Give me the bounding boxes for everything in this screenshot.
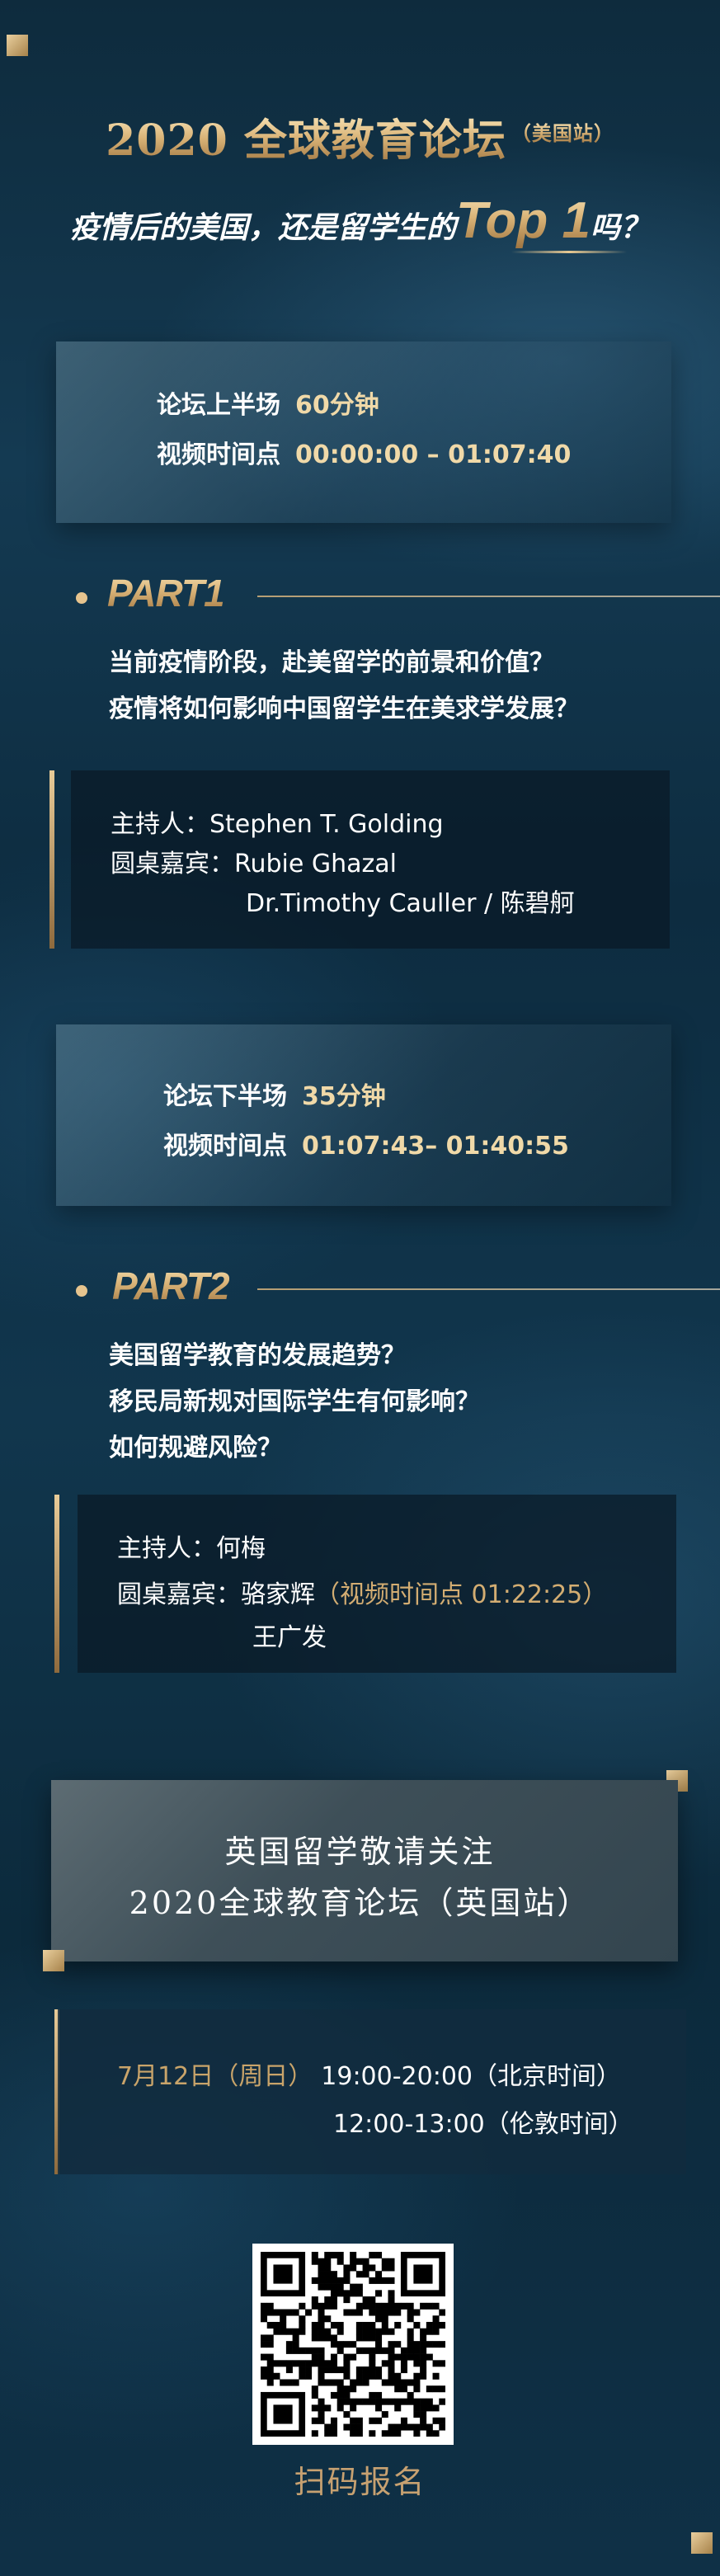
- headline-pre: 疫情后的美国，还是留学生的: [69, 211, 456, 245]
- part1-guests-row-2: Dr.Timothy Cauller / 陈碧舸: [246, 883, 575, 919]
- part1-question-1: 当前疫情阶段，赴美留学的前景和价值？: [109, 648, 554, 677]
- part2-host-accent-bar: [54, 1495, 59, 1673]
- part1-guests-label: 圆桌嘉宾：: [111, 850, 234, 878]
- part2-guest-1: 骆家辉: [241, 1580, 315, 1609]
- second-half-time-row: 视频时间点 01:07:43– 01:40:55: [163, 1125, 569, 1161]
- part1-host-name: Stephen T. Golding: [209, 810, 444, 839]
- second-half-box: 论坛下半场 35分钟 视频时间点 01:07:43– 01:40:55: [56, 1024, 671, 1206]
- part2-guests-row-2: 王广发: [252, 1617, 327, 1653]
- uk-promo-line-1: 英国留学敬请关注: [224, 1834, 496, 1870]
- scan-to-register-label: 扫码报名: [294, 2464, 426, 2500]
- page-title: 2020 全球教育论坛 （美国站）: [0, 106, 720, 167]
- headline: 疫情后的美国，还是留学生的Top 1吗？: [0, 191, 720, 250]
- part1-divider: [257, 596, 720, 597]
- part2-question-3: 如何规避风险？: [109, 1434, 282, 1462]
- part2-guest-2: 王广发: [252, 1623, 327, 1652]
- qr-code-icon[interactable]: [252, 2244, 454, 2445]
- part2-guests-row: 圆桌嘉宾：骆家辉（视频时间点 01:22:25）: [117, 1574, 607, 1610]
- schedule-row-2: 12:00-13:00（伦敦时间）: [333, 2103, 633, 2140]
- first-half-time-range: 00:00:00 – 01:07:40: [295, 440, 572, 469]
- corner-decoration-bottom-right: [691, 2532, 713, 2554]
- headline-top1: Top 1: [455, 192, 591, 249]
- part2-bullet-icon: [76, 1285, 87, 1297]
- schedule-beijing: 19:00-20:00（北京时间）: [321, 2062, 622, 2091]
- part2-title: PART2: [112, 1264, 230, 1307]
- part2-host-box: 主持人：何梅 圆桌嘉宾：骆家辉（视频时间点 01:22:25） 王广发: [78, 1495, 676, 1673]
- first-half-time-row: 视频时间点 00:00:00 – 01:07:40: [157, 434, 571, 470]
- part1-bullet-icon: [76, 592, 87, 604]
- schedule-row-1: 7月12日（周日） 19:00-20:00（北京时间）: [117, 2056, 621, 2092]
- part2-divider: [257, 1288, 720, 1290]
- part1-question-2: 疫情将如何影响中国留学生在美求学发展？: [109, 695, 579, 723]
- part2-question-1: 美国留学教育的发展趋势？: [109, 1341, 406, 1370]
- part2-guests-label: 圆桌嘉宾：: [117, 1580, 241, 1609]
- part2-host-label: 主持人：: [117, 1534, 216, 1563]
- schedule-box: 7月12日（周日） 19:00-20:00（北京时间） 12:00-13:00（伦…: [58, 2009, 686, 2174]
- part1-guests-row: 圆桌嘉宾：Rubie Ghazal: [111, 843, 397, 879]
- second-half-duration: 35分钟: [302, 1082, 386, 1111]
- part1-title: PART1: [107, 572, 225, 615]
- first-half-label: 论坛上半场: [157, 391, 280, 420]
- uk-promo-line-2: 2020全球教育论坛（英国站）: [129, 1885, 591, 1921]
- title-text: 2020 全球教育论坛: [106, 115, 506, 166]
- first-half-duration: 60分钟: [295, 391, 379, 420]
- title-subtitle: （美国站）: [511, 121, 614, 145]
- part1-host-box: 主持人：Stephen T. Golding 圆桌嘉宾：Rubie Ghazal…: [71, 770, 670, 949]
- headline-underline: [511, 251, 627, 253]
- corner-decoration-top-left: [7, 35, 28, 56]
- qr-code-graphic: [261, 2252, 445, 2437]
- first-half-duration-row: 论坛上半场 60分钟: [157, 384, 379, 421]
- schedule-date: 7月12日（周日）: [117, 2062, 313, 2091]
- part1-host-row: 主持人：Stephen T. Golding: [111, 803, 444, 840]
- second-half-duration-row: 论坛下半场 35分钟: [163, 1076, 386, 1112]
- headline-post: 吗？: [591, 211, 651, 245]
- part2-guest-1-note: （视频时间点 01:22:25）: [315, 1580, 608, 1609]
- second-half-label: 论坛下半场: [163, 1082, 287, 1111]
- part2-host-name: 何梅: [216, 1534, 266, 1563]
- part1-host-accent-bar: [49, 770, 54, 949]
- part1-host-label: 主持人：: [111, 810, 209, 839]
- first-half-box: 论坛上半场 60分钟 视频时间点 00:00:00 – 01:07:40: [56, 341, 671, 523]
- part1-guest-1: Rubie Ghazal: [234, 850, 397, 878]
- second-half-time-label: 视频时间点: [163, 1132, 287, 1161]
- part1-guest-2: Dr.Timothy Cauller / 陈碧舸: [246, 889, 575, 918]
- second-half-time-range: 01:07:43– 01:40:55: [302, 1132, 569, 1161]
- first-half-time-label: 视频时间点: [157, 440, 280, 469]
- part2-host-row: 主持人：何梅: [117, 1528, 266, 1564]
- part2-question-2: 移民局新规对国际学生有何影响？: [109, 1387, 480, 1416]
- schedule-london: 12:00-13:00（伦敦时间）: [333, 2110, 633, 2139]
- uk-box-corner-bottom-left: [43, 1950, 64, 1971]
